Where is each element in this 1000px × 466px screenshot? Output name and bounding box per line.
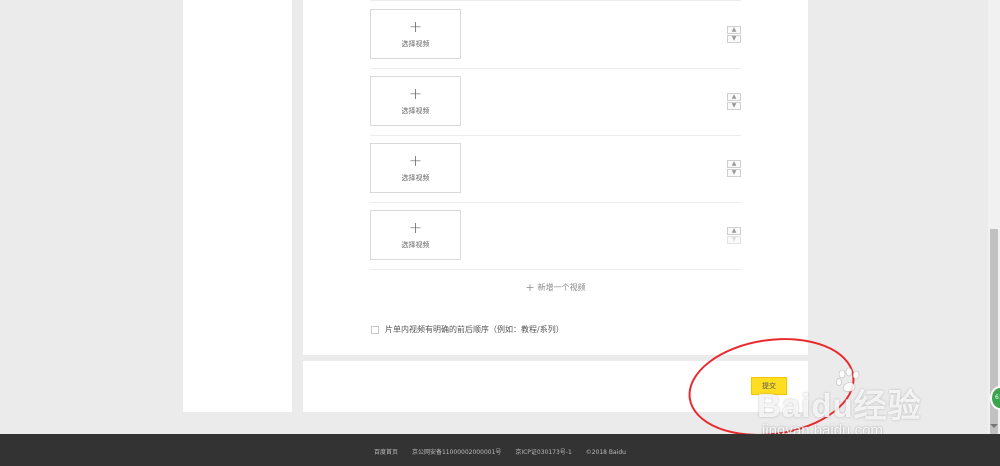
reorder-control: ▲ ▼: [727, 93, 741, 110]
move-down-button[interactable]: ▼: [727, 169, 741, 177]
plus-icon: +: [525, 281, 535, 294]
video-row: + 选择视频 ▲ ▼: [370, 68, 741, 136]
select-video-button[interactable]: + 选择视频: [370, 76, 461, 126]
scroll-down-icon[interactable]: [990, 424, 998, 428]
add-video-button[interactable]: + 新增一个视频: [370, 281, 741, 294]
page-footer: 百度首页 京公网安备11000002000001号 京ICP证030173号-1…: [0, 434, 1000, 466]
submit-button[interactable]: 提交: [751, 377, 787, 395]
plus-icon: +: [408, 151, 423, 170]
footer-link-icp[interactable]: 京ICP证030173号-1: [515, 449, 571, 456]
chevron-down-icon: ▼: [731, 35, 737, 42]
video-row: + 选择视频 ▲ ▼: [370, 0, 741, 69]
paw-icon: [836, 367, 860, 392]
select-video-label: 选择视频: [401, 241, 430, 249]
select-video-label: 选择视频: [401, 40, 430, 48]
chevron-down-icon: ▼: [731, 236, 737, 243]
chevron-up-icon: ▲: [731, 26, 737, 33]
select-video-button[interactable]: + 选择视频: [370, 9, 461, 59]
chevron-down-icon: ▼: [731, 169, 737, 176]
add-video-label: 新增一个视频: [537, 283, 586, 292]
move-down-button[interactable]: ▼: [727, 35, 741, 43]
left-sidebar-panel: [183, 0, 292, 412]
submit-panel: [303, 361, 808, 412]
reorder-control: ▲ ▼: [727, 26, 741, 43]
chevron-down-icon: ▼: [731, 102, 737, 109]
footer-copyright: ©2018 Baidu: [585, 449, 626, 456]
move-down-button[interactable]: ▼: [727, 236, 741, 244]
move-down-button[interactable]: ▼: [727, 102, 741, 110]
move-up-button[interactable]: ▲: [727, 93, 741, 101]
video-row: + 选择视频 ▲ ▼: [370, 135, 741, 203]
select-video-label: 选择视频: [401, 107, 430, 115]
chevron-up-icon: ▲: [731, 93, 737, 100]
page-scrollbar[interactable]: [988, 0, 1000, 434]
video-row: + 选择视频 ▲ ▼: [370, 202, 741, 270]
move-up-button[interactable]: ▲: [727, 26, 741, 34]
select-video-label: 选择视频: [401, 174, 430, 182]
reorder-control: ▲ ▼: [727, 160, 741, 177]
select-video-button[interactable]: + 选择视频: [370, 210, 461, 260]
ordered-videos-checkbox[interactable]: [371, 325, 379, 334]
chevron-up-icon: ▲: [731, 160, 737, 167]
plus-icon: +: [408, 84, 423, 103]
plus-icon: +: [408, 17, 423, 36]
chevron-up-icon: ▲: [731, 227, 737, 234]
move-up-button[interactable]: ▲: [727, 227, 741, 235]
move-up-button[interactable]: ▲: [727, 160, 741, 168]
reorder-control: ▲ ▼: [727, 227, 741, 244]
footer-link-police-record[interactable]: 京公网安备11000002000001号: [412, 449, 501, 456]
footer-link-home[interactable]: 百度首页: [374, 449, 398, 456]
select-video-button[interactable]: + 选择视频: [370, 143, 461, 193]
footer-links: 百度首页 京公网安备11000002000001号 京ICP证030173号-1…: [0, 447, 1000, 456]
plus-icon: +: [408, 218, 423, 237]
ordered-videos-label: 片单内视频有明确的前后顺序（例如：教程/系列）: [385, 325, 564, 334]
ordered-videos-option: 片单内视频有明确的前后顺序（例如：教程/系列）: [371, 324, 564, 335]
